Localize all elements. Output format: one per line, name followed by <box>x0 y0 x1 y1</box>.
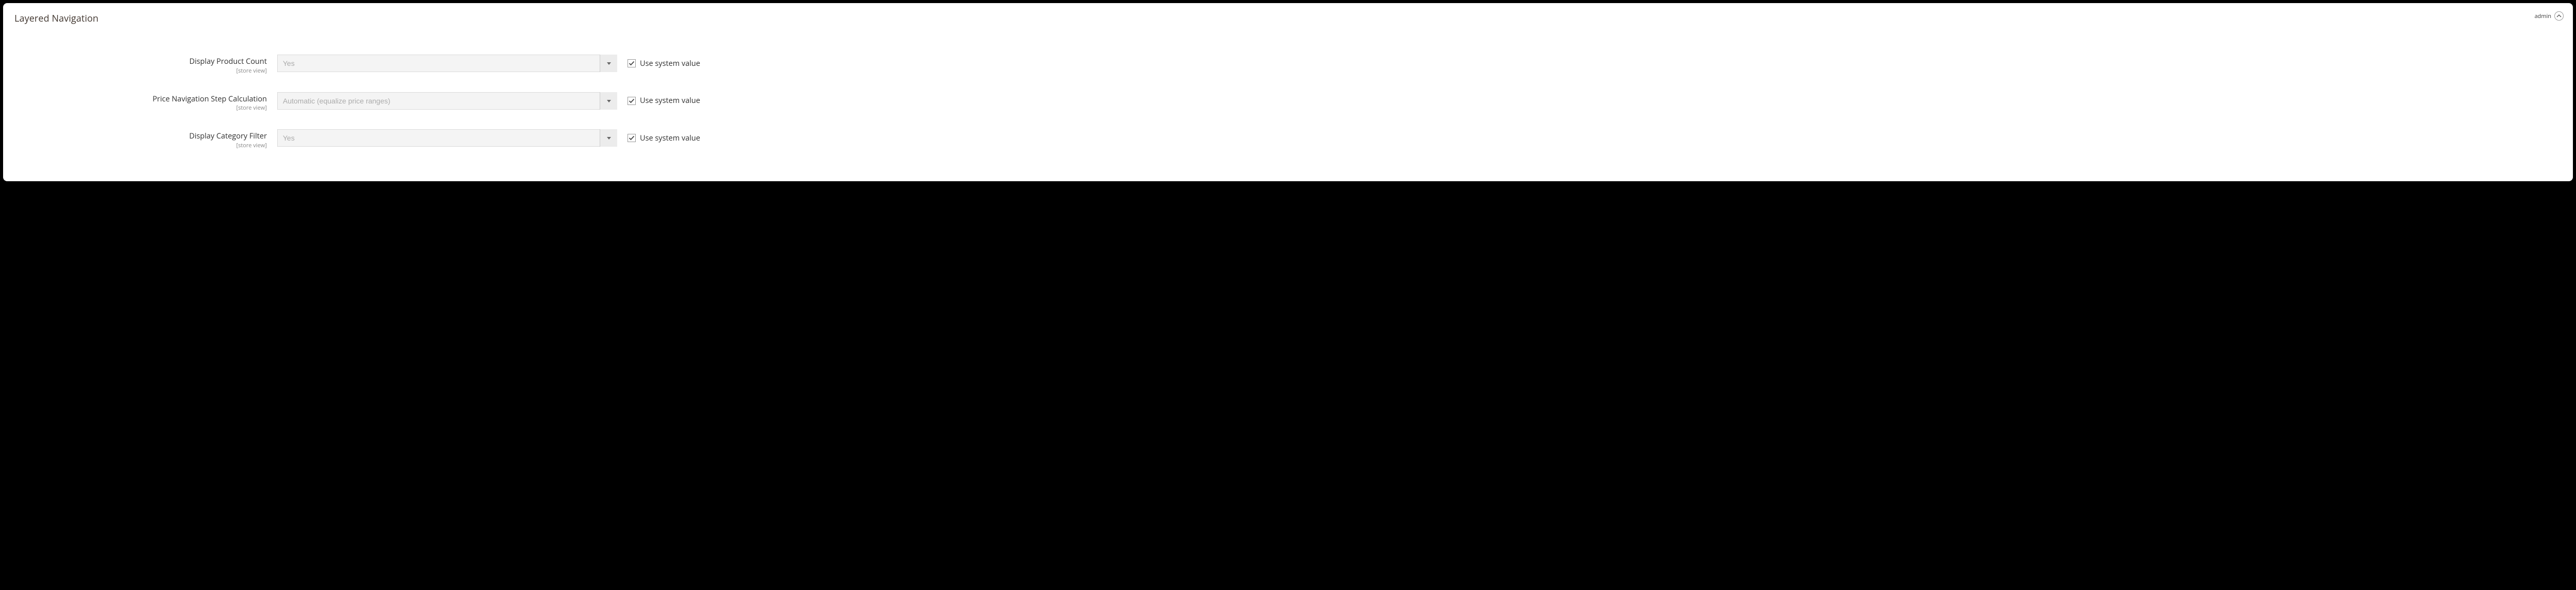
use-system-value-checkbox[interactable] <box>628 134 636 142</box>
field-row-price-navigation-step: Price Navigation Step Calculation [store… <box>14 92 2562 112</box>
field-scope: [store view] <box>14 67 267 75</box>
field-label-col: Display Category Filter [store view] <box>14 129 277 149</box>
section-title: Layered Navigation <box>14 12 2562 25</box>
field-scope: [store view] <box>14 104 267 112</box>
field-row-display-category-filter: Display Category Filter [store view] Yes <box>14 129 2562 149</box>
field-label-col: Price Navigation Step Calculation [store… <box>14 92 277 112</box>
field-label-col: Display Product Count [store view] <box>14 55 277 75</box>
price-navigation-step-select: Automatic (equalize price ranges) <box>277 92 617 110</box>
field-use-col: Use system value <box>617 55 700 72</box>
select-wrap: Yes <box>277 129 617 147</box>
fields-container: Display Product Count [store view] Yes U <box>14 55 2562 149</box>
collapse-section-button[interactable] <box>2554 11 2564 21</box>
field-use-col: Use system value <box>617 129 700 147</box>
use-system-value-checkbox[interactable] <box>628 59 636 67</box>
use-system-value-label[interactable]: Use system value <box>640 133 700 143</box>
scope-admin-label: admin <box>2534 12 2551 20</box>
use-system-value-checkbox[interactable] <box>628 97 636 105</box>
field-control-col: Yes <box>277 55 617 72</box>
display-category-filter-select: Yes <box>277 129 617 147</box>
field-control-col: Automatic (equalize price ranges) <box>277 92 617 110</box>
select-wrap: Automatic (equalize price ranges) <box>277 92 617 110</box>
display-product-count-select: Yes <box>277 55 617 72</box>
section-top-right: admin <box>2534 11 2564 21</box>
field-scope: [store view] <box>14 142 267 149</box>
chevron-up-icon <box>2556 11 2562 21</box>
use-system-value-label[interactable]: Use system value <box>640 96 700 106</box>
field-row-display-product-count: Display Product Count [store view] Yes U <box>14 55 2562 75</box>
field-label: Display Category Filter <box>14 132 267 141</box>
config-section-panel: Layered Navigation admin Display Product… <box>3 3 2573 181</box>
field-use-col: Use system value <box>617 92 700 110</box>
field-label: Price Navigation Step Calculation <box>14 95 267 104</box>
field-control-col: Yes <box>277 129 617 147</box>
use-system-value-label[interactable]: Use system value <box>640 59 700 68</box>
field-label: Display Product Count <box>14 58 267 66</box>
select-wrap: Yes <box>277 55 617 72</box>
